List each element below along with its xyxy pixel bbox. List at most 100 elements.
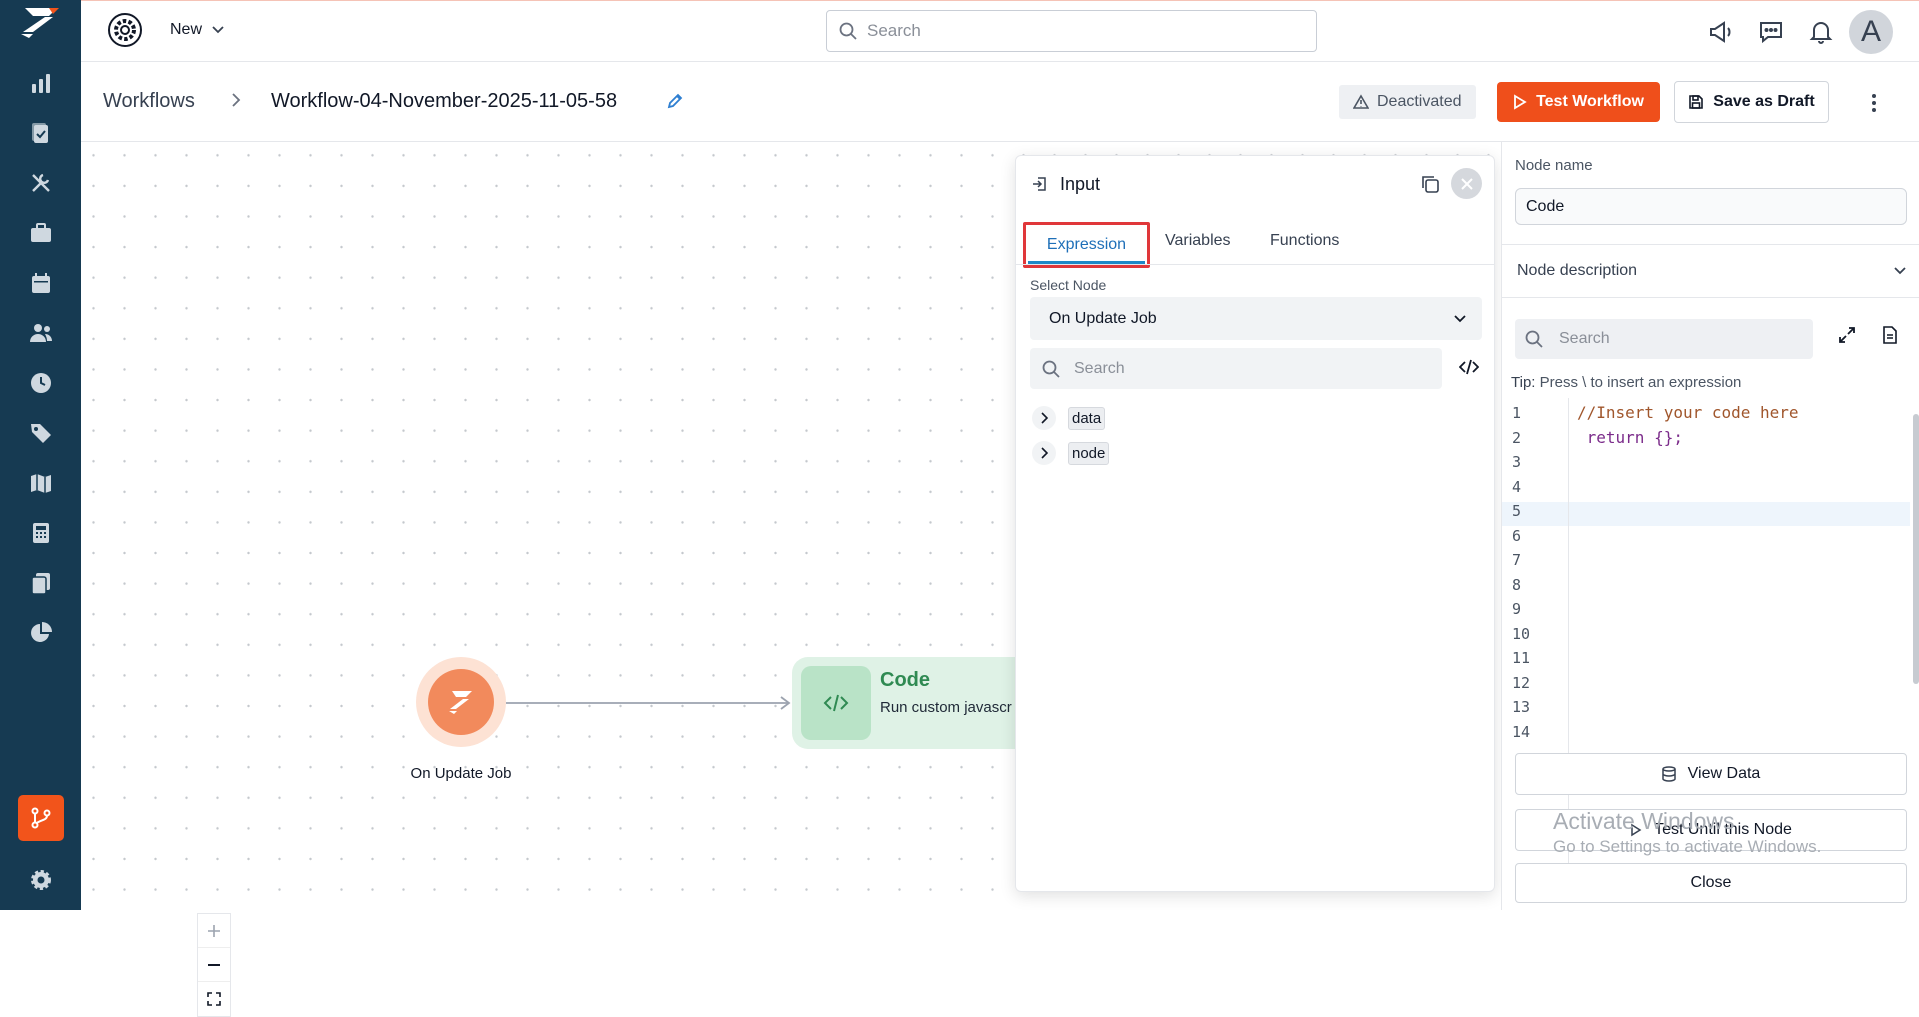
select-node-value: On Update Job bbox=[1049, 309, 1157, 327]
sidebar-item-jobs[interactable] bbox=[18, 210, 64, 256]
sidebar-item-tasks[interactable] bbox=[18, 110, 64, 156]
expression-tip: Tip: Press \ to insert an expression bbox=[1511, 374, 1741, 391]
close-label: Close bbox=[1690, 874, 1732, 891]
sidebar-item-tools[interactable] bbox=[18, 160, 64, 206]
bar-chart-icon bbox=[29, 71, 53, 95]
settings-icon bbox=[29, 868, 53, 892]
select-node-dropdown[interactable]: On Update Job bbox=[1030, 297, 1482, 340]
save-as-draft-button[interactable]: Save as Draft bbox=[1674, 81, 1829, 123]
brand-logo-icon[interactable] bbox=[19, 4, 63, 38]
trigger-node[interactable] bbox=[416, 657, 506, 747]
sidebar-item-estimates[interactable] bbox=[18, 510, 64, 556]
tree-item-data[interactable]: data bbox=[1032, 406, 1106, 430]
workflow-title: Workflow-04-November-2025-11-05-58 bbox=[271, 90, 618, 112]
chevron-down-icon bbox=[1894, 267, 1906, 275]
workflow-header: Workflows Workflow-04-November-2025-11-0… bbox=[81, 62, 1919, 142]
line-number: 8 bbox=[1512, 575, 1522, 594]
global-search-input[interactable] bbox=[867, 21, 1267, 41]
tip-prefix: Tip: bbox=[1511, 374, 1536, 391]
save-as-draft-label: Save as Draft bbox=[1713, 93, 1815, 110]
map-icon bbox=[29, 471, 53, 495]
fit-view-button[interactable] bbox=[198, 982, 230, 1016]
node-description-accordion[interactable]: Node description bbox=[1502, 244, 1919, 298]
code-node-title: Code bbox=[880, 669, 930, 691]
test-until-node-button[interactable]: Test Until this Node bbox=[1515, 809, 1907, 851]
notifications-bell-icon[interactable] bbox=[1806, 17, 1836, 47]
code-node[interactable]: Code Run custom javascr bbox=[792, 657, 1052, 749]
input-panel: Input Expression Variables Functions Sel… bbox=[1015, 155, 1495, 892]
announcements-icon[interactable] bbox=[1706, 17, 1736, 47]
line-number: 12 bbox=[1512, 673, 1531, 692]
chevron-right-icon[interactable] bbox=[1032, 441, 1056, 465]
status-text: Deactivated bbox=[1377, 93, 1462, 110]
sidebar-item-documents[interactable] bbox=[18, 560, 64, 606]
calculator-icon bbox=[29, 521, 53, 545]
code-line[interactable]: //Insert your code here bbox=[1577, 403, 1799, 422]
fullscreen-icon bbox=[207, 992, 221, 1006]
chevron-right-icon[interactable] bbox=[1032, 406, 1056, 430]
global-search bbox=[826, 10, 1317, 52]
chevron-down-icon bbox=[212, 26, 224, 34]
view-data-button[interactable]: View Data bbox=[1515, 753, 1907, 795]
warning-icon bbox=[1353, 94, 1369, 110]
node-name-field[interactable]: Code bbox=[1515, 188, 1907, 225]
zoom-in-button[interactable] bbox=[198, 914, 230, 948]
copy-icon[interactable] bbox=[1420, 174, 1440, 194]
sidebar-item-dashboard[interactable] bbox=[18, 60, 64, 106]
sidebar-item-map[interactable] bbox=[18, 460, 64, 506]
code-node-description: Run custom javascr bbox=[880, 699, 1012, 716]
sidebar-item-calendar[interactable] bbox=[18, 260, 64, 306]
tab-functions[interactable]: Functions bbox=[1270, 232, 1339, 250]
top-bar: New A bbox=[81, 0, 1919, 62]
close-panel-button[interactable] bbox=[1451, 168, 1482, 199]
tree-key: data bbox=[1068, 406, 1106, 430]
search-icon bbox=[839, 22, 857, 40]
zoom-out-button[interactable] bbox=[198, 948, 230, 982]
sidebar-item-pricebook[interactable] bbox=[18, 410, 64, 456]
trigger-node-label: On Update Job bbox=[410, 765, 512, 782]
document-icon[interactable] bbox=[1882, 326, 1898, 344]
line-number: 10 bbox=[1512, 624, 1531, 643]
line-number: 3 bbox=[1512, 453, 1522, 471]
line-number: 11 bbox=[1512, 649, 1531, 667]
test-workflow-button[interactable]: Test Workflow bbox=[1497, 82, 1660, 122]
sidebar-item-settings[interactable] bbox=[18, 857, 64, 903]
tab-variables-label: Variables bbox=[1165, 232, 1231, 249]
connection-edge bbox=[506, 696, 791, 710]
test-workflow-label: Test Workflow bbox=[1536, 93, 1644, 110]
sidebar bbox=[0, 0, 81, 910]
workflow-gear-icon[interactable] bbox=[105, 10, 145, 50]
sidebar-item-reports[interactable] bbox=[18, 610, 64, 656]
close-button[interactable]: Close bbox=[1515, 863, 1907, 903]
test-until-node-label: Test Until this Node bbox=[1654, 821, 1792, 838]
sidebar-item-customers[interactable] bbox=[18, 310, 64, 356]
more-options-icon[interactable] bbox=[1859, 88, 1889, 118]
line-number: 9 bbox=[1512, 600, 1522, 618]
tab-expression-label: Expression bbox=[1046, 236, 1127, 253]
line-number: 7 bbox=[1512, 551, 1522, 569]
user-avatar[interactable]: A bbox=[1849, 10, 1893, 54]
code-view-icon[interactable] bbox=[1459, 359, 1479, 375]
sidebar-item-timesheets[interactable] bbox=[18, 360, 64, 406]
breadcrumb-workflows-link[interactable]: Workflows bbox=[103, 90, 195, 113]
view-data-label: View Data bbox=[1687, 765, 1761, 782]
tools-icon bbox=[29, 171, 53, 195]
expand-icon[interactable] bbox=[1838, 326, 1856, 344]
edit-pencil-icon[interactable] bbox=[666, 92, 684, 110]
new-dropdown-button[interactable]: New bbox=[170, 21, 224, 39]
tree-key: node bbox=[1068, 441, 1110, 465]
line-number: 2 bbox=[1512, 428, 1522, 447]
code-line[interactable]: return {}; bbox=[1577, 428, 1683, 447]
sidebar-item-workflows[interactable] bbox=[18, 795, 64, 841]
users-icon bbox=[28, 321, 54, 345]
tab-variables[interactable]: Variables bbox=[1165, 232, 1231, 250]
chevron-down-icon bbox=[1454, 314, 1466, 323]
code-search-input[interactable] bbox=[1559, 330, 1789, 348]
chat-icon[interactable] bbox=[1756, 17, 1786, 47]
input-search-field[interactable] bbox=[1074, 359, 1414, 378]
clock-icon bbox=[29, 371, 53, 395]
tree-item-node[interactable]: node bbox=[1032, 441, 1110, 465]
node-settings-panel: Node name Code Node description Tip: Pre… bbox=[1501, 142, 1919, 910]
editor-scrollbar[interactable] bbox=[1913, 414, 1919, 684]
briefcase-icon bbox=[29, 221, 53, 245]
